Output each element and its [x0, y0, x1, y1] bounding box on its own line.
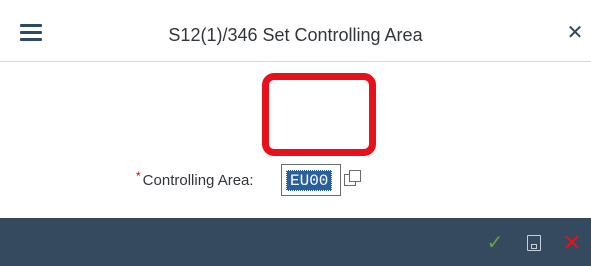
required-marker: * — [136, 169, 141, 183]
dialog-content: * Controlling Area: EU00 — [0, 62, 591, 218]
menu-bar — [20, 38, 42, 41]
cancel-icon[interactable]: ✕ — [560, 231, 584, 255]
save-icon-slot — [531, 244, 537, 249]
controlling-area-label-text: Controlling Area: — [142, 172, 254, 189]
save-icon[interactable] — [524, 232, 544, 254]
controlling-area-value: EU00 — [286, 170, 333, 191]
dialog-titlebar: S12(1)/346 Set Controlling Area ✕ — [0, 0, 591, 62]
controlling-area-label: * Controlling Area: — [136, 169, 254, 189]
value-help-icon[interactable] — [344, 170, 364, 190]
menu-bar — [20, 31, 42, 34]
dialog-title: S12(1)/346 Set Controlling Area — [168, 25, 423, 45]
dialog-footer: ✓ ✕ — [0, 218, 591, 266]
set-controlling-area-dialog: S12(1)/346 Set Controlling Area ✕ * Contr… — [0, 0, 591, 266]
hamburger-menu-icon[interactable] — [20, 22, 46, 42]
value-help-front-square — [349, 170, 361, 182]
controlling-area-input[interactable]: EU00 — [281, 164, 341, 196]
close-icon[interactable]: ✕ — [566, 23, 584, 43]
menu-bar — [20, 24, 42, 27]
checkmark-icon[interactable]: ✓ — [483, 231, 507, 255]
